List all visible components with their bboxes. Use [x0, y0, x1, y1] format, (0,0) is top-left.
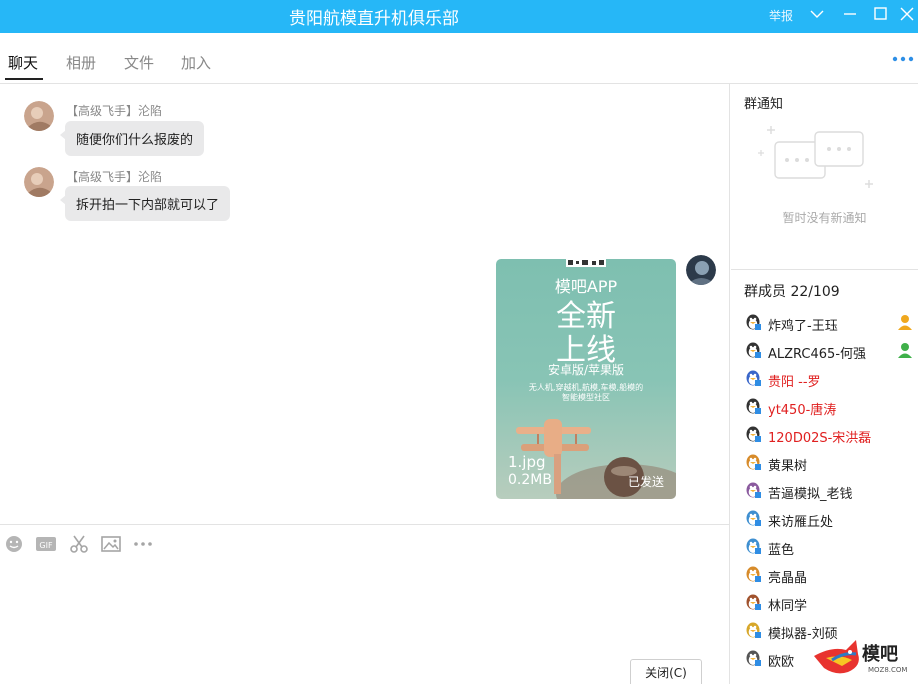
notice-empty-text: 暂时没有新通知 — [782, 211, 867, 225]
moz8-logo: 模吧 MOZ8.COM — [812, 636, 916, 682]
logo-subtext: MOZ8.COM — [868, 666, 908, 674]
member-avatar-icon — [746, 650, 761, 666]
member-name: 贵阳 --罗 — [768, 375, 821, 390]
member-avatar-icon — [746, 482, 761, 498]
chevron-down-icon[interactable] — [808, 5, 826, 23]
member-avatar-icon — [746, 370, 761, 386]
member-name: 黄果树 — [768, 459, 808, 474]
member-row[interactable]: 来访雁丘处 — [744, 508, 916, 530]
more-options-icon[interactable] — [892, 56, 914, 62]
member-row[interactable]: 贵阳 --罗 — [744, 368, 916, 390]
poster-platforms: 安卓版/苹果版 — [547, 363, 625, 377]
image-message[interactable]: 模吧APP 全新 上线 安卓版/苹果版 无人机,穿越机,航模,车模,船模的 智能… — [496, 259, 676, 499]
tab-chat[interactable]: 聊天 — [8, 52, 38, 73]
chat-history[interactable]: 【高级飞手】沦陷 随便你们什么报废的 【高级飞手】沦陷 拆开拍一下内部就可以了 … — [0, 84, 730, 524]
member-row[interactable]: ALZRC465-何强 — [744, 340, 916, 362]
tab-files[interactable]: 文件 — [124, 52, 154, 73]
member-avatar-icon — [746, 454, 761, 470]
member-avatar-icon — [746, 426, 761, 442]
member-row[interactable]: 苦逼模拟_老钱 — [744, 480, 916, 502]
member-row[interactable]: 黄果树 — [744, 452, 916, 474]
logo-text: 模吧 — [862, 644, 898, 665]
notice-title: 群通知 — [744, 97, 784, 112]
member-row[interactable]: yt450-唐涛 — [744, 396, 916, 418]
close-button[interactable]: 关闭(C) — [630, 659, 702, 684]
message-bubble[interactable]: 拆开拍一下内部就可以了 — [59, 186, 231, 221]
gif-icon[interactable]: GIF — [36, 535, 56, 553]
group-owner-icon — [898, 315, 912, 330]
svg-text:GIF: GIF — [39, 541, 53, 550]
member-name: 蓝色 — [768, 543, 795, 558]
member-name: 欧欧 — [768, 655, 795, 670]
member-avatar-icon — [746, 566, 761, 582]
report-link[interactable]: 举报 — [769, 7, 793, 24]
minimize-icon[interactable] — [841, 5, 859, 23]
avatar[interactable] — [24, 101, 54, 131]
member-name: 林同学 — [768, 599, 808, 614]
image-icon[interactable] — [101, 535, 121, 553]
message-sender: 【高级飞手】沦陷 — [66, 170, 163, 184]
sent-status: 已发送 — [628, 475, 665, 489]
avatar[interactable] — [24, 167, 54, 197]
member-name: 来访雁丘处 — [768, 515, 834, 530]
message-input-area[interactable]: GIF 关闭(C) — [0, 524, 730, 684]
window-title: 贵阳航模直升机俱乐部 — [289, 9, 459, 29]
member-avatar-icon — [746, 594, 761, 610]
emoji-icon[interactable] — [4, 535, 24, 553]
more-tools-icon[interactable] — [133, 535, 153, 553]
member-name: 亮晶晶 — [768, 571, 808, 586]
group-notice-panel: 群通知 暂时没有新通知 — [731, 84, 918, 270]
member-name: 苦逼模拟_老钱 — [768, 487, 853, 502]
member-avatar-icon — [746, 538, 761, 554]
member-row[interactable]: 亮晶晶 — [744, 564, 916, 586]
tab-album[interactable]: 相册 — [66, 52, 96, 73]
close-icon[interactable] — [898, 5, 916, 23]
tab-bar: 聊天 相册 文件 加入 — [0, 33, 918, 84]
tab-join[interactable]: 加入 — [181, 52, 211, 73]
member-count: 群成员 22/109 — [744, 284, 840, 300]
member-avatar-icon — [746, 398, 761, 414]
member-row[interactable]: 林同学 — [744, 592, 916, 614]
member-avatar-icon — [746, 510, 761, 526]
message-bubble[interactable]: 随便你们什么报废的 — [59, 121, 205, 156]
member-avatar-icon — [746, 314, 761, 330]
file-size: 0.2MB — [508, 472, 552, 488]
member-name: 120D02S-宋洪磊 — [768, 431, 872, 446]
member-name: yt450-唐涛 — [768, 403, 837, 418]
member-row[interactable]: 炸鸡了-王珏 — [744, 312, 916, 334]
member-list-panel[interactable]: 群成员 22/109 炸鸡了-王珏 ALZRC465-何强 贵阳 --罗 yt450… — [731, 270, 918, 684]
title-bar: 贵阳航模直升机俱乐部 举报 — [0, 0, 918, 33]
self-avatar[interactable] — [686, 255, 716, 285]
member-row[interactable]: 蓝色 — [744, 536, 916, 558]
member-avatar-icon — [746, 622, 761, 638]
message-sender: 【高级飞手】沦陷 — [66, 104, 163, 118]
member-row[interactable]: 120D02S-宋洪磊 — [744, 424, 916, 446]
active-tab-indicator — [5, 78, 43, 80]
file-name: 1.jpg — [508, 453, 546, 471]
qr-code-icon — [566, 259, 606, 267]
scissors-icon[interactable] — [69, 535, 89, 553]
member-name: ALZRC465-何强 — [768, 347, 867, 362]
group-admin-icon — [898, 343, 912, 358]
empty-notice-illustration — [758, 126, 873, 188]
member-avatar-icon — [746, 342, 761, 358]
member-name: 炸鸡了-王珏 — [768, 319, 838, 334]
maximize-icon[interactable] — [872, 5, 890, 23]
